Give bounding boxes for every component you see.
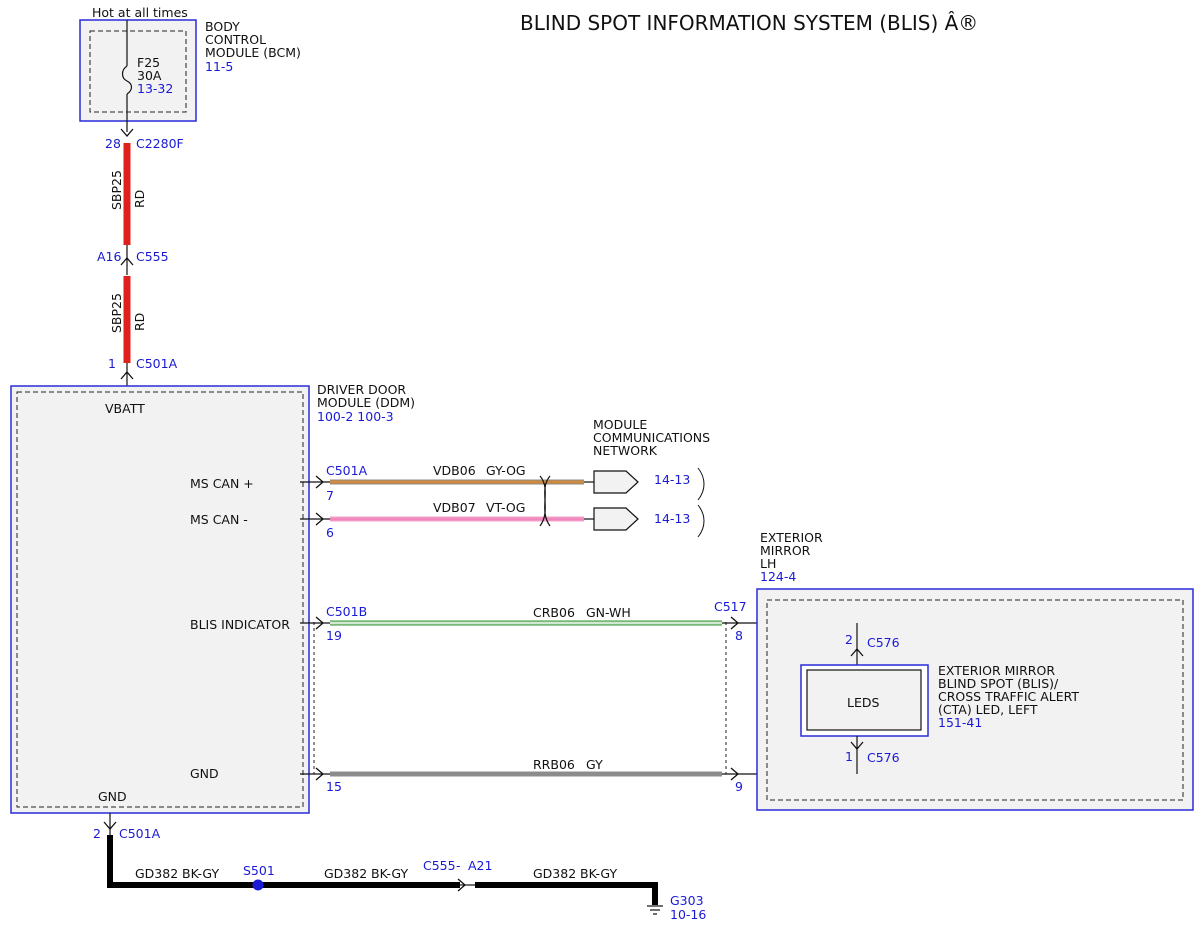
vdb07-circuit: VDB07 xyxy=(433,500,476,515)
bcm-ref: 11-5 xyxy=(205,59,233,74)
network-name-line-3: NETWORK xyxy=(593,443,658,458)
c501a-top-pin: 1 xyxy=(108,356,116,371)
ddm-vbatt-label: VBATT xyxy=(105,401,145,416)
c501a-can-name: C501A xyxy=(326,463,368,478)
blis-indicator-pin: 19 xyxy=(326,628,342,643)
network-ref-plus: 14-13 xyxy=(654,472,690,487)
mirror-gnd-pin: 9 xyxy=(735,779,743,794)
brace-top-icon xyxy=(697,467,705,501)
wire-sbp25-segment-2 xyxy=(123,276,131,363)
gd382-b-circuit: GD382 xyxy=(324,866,367,881)
c2280f-pin: 28 xyxy=(105,136,121,151)
c555-gnd-connector: C555 xyxy=(423,858,456,873)
ddm-refs: 100-2 100-3 xyxy=(317,409,394,424)
ddm-name-line-2: MODULE (DDM) xyxy=(317,395,415,410)
c501a-top-name: C501A xyxy=(136,356,178,371)
network-flag-can-minus-icon xyxy=(593,507,639,531)
c576-top-pin: 2 xyxy=(845,632,853,647)
ms-can-plus-label: MS CAN + xyxy=(190,476,254,491)
gd382-c-circuit: GD382 xyxy=(533,866,576,881)
ground-point-label: G303 xyxy=(670,893,704,908)
rrb06-color: GY xyxy=(586,757,603,772)
sbp25-color-1: RD xyxy=(132,190,147,208)
fuse-ref: 13-32 xyxy=(137,81,173,96)
wire-gd382-segment-2 xyxy=(475,882,658,905)
c501a-gnd-pin: 2 xyxy=(93,826,101,841)
gd382-b-color: BK-GY xyxy=(371,866,408,881)
gnd-pin-label: GND xyxy=(190,766,219,781)
blis-indicator-label: BLIS INDICATOR xyxy=(190,617,290,632)
gd382-a-circuit: GD382 xyxy=(135,866,178,881)
sbp25-circuit-2: SBP25 xyxy=(109,293,124,333)
wire-rrb06 xyxy=(330,771,722,777)
sbp25-circuit-1: SBP25 xyxy=(109,170,124,210)
gd382-a-color: BK-GY xyxy=(182,866,219,881)
vdb07-color: VT-OG xyxy=(486,500,525,515)
c555-gnd-sep: - xyxy=(456,858,461,873)
wiring-diagram: BLIND SPOT INFORMATION SYSTEM (BLIS) Â® … xyxy=(10,5,1194,922)
bcm-name-line-3: MODULE (BCM) xyxy=(205,45,301,60)
c555-pin: A16 xyxy=(97,249,122,264)
leds-label: LEDS xyxy=(847,695,879,710)
c576-bottom-pin: 1 xyxy=(845,749,853,764)
network-flag-can-plus-icon xyxy=(593,470,639,494)
c501b-name: C501B xyxy=(326,604,367,619)
vdb06-circuit: VDB06 xyxy=(433,463,476,478)
sbp25-color-2: RD xyxy=(132,313,147,331)
c576-top-name: C576 xyxy=(867,635,900,650)
c517-name: C517 xyxy=(714,599,747,614)
c555-gnd-pin: A21 xyxy=(468,858,492,873)
vdb06-color: GY-OG xyxy=(486,463,526,478)
mirror-ref: 124-4 xyxy=(760,569,796,584)
c555-name: C555 xyxy=(136,249,169,264)
brace-bottom-icon xyxy=(697,504,705,538)
ms-can-minus-label: MS CAN - xyxy=(190,512,248,527)
wire-crb06 xyxy=(330,620,722,626)
rrb06-circuit: RRB06 xyxy=(533,757,575,772)
gnd-pin-number: 15 xyxy=(326,779,342,794)
ms-can-plus-pin: 7 xyxy=(326,488,334,503)
wire-sbp25-segment-1 xyxy=(123,143,131,245)
ground-point-ref: 10-16 xyxy=(670,907,706,922)
splice-s501-icon xyxy=(252,879,264,891)
diagram-title: BLIND SPOT INFORMATION SYSTEM (BLIS) Â® xyxy=(520,11,978,35)
ddm-module xyxy=(10,385,310,814)
c2280f-name: C2280F xyxy=(136,136,184,151)
c501a-gnd-name: C501A xyxy=(119,826,161,841)
network-ref-minus: 14-13 xyxy=(654,511,690,526)
ground-symbol-icon xyxy=(647,905,663,915)
mirror-blis-pin: 8 xyxy=(735,628,743,643)
ms-can-minus-pin: 6 xyxy=(326,525,334,540)
component-ref: 151-41 xyxy=(938,715,982,730)
crb06-color: GN-WH xyxy=(586,605,631,620)
hot-at-all-times-label: Hot at all times xyxy=(92,5,188,20)
crb06-circuit: CRB06 xyxy=(533,605,575,620)
gd382-c-color: BK-GY xyxy=(580,866,617,881)
splice-s501-label: S501 xyxy=(243,863,275,878)
c576-bottom-name: C576 xyxy=(867,750,900,765)
ddm-gnd-bottom-label: GND xyxy=(98,789,127,804)
